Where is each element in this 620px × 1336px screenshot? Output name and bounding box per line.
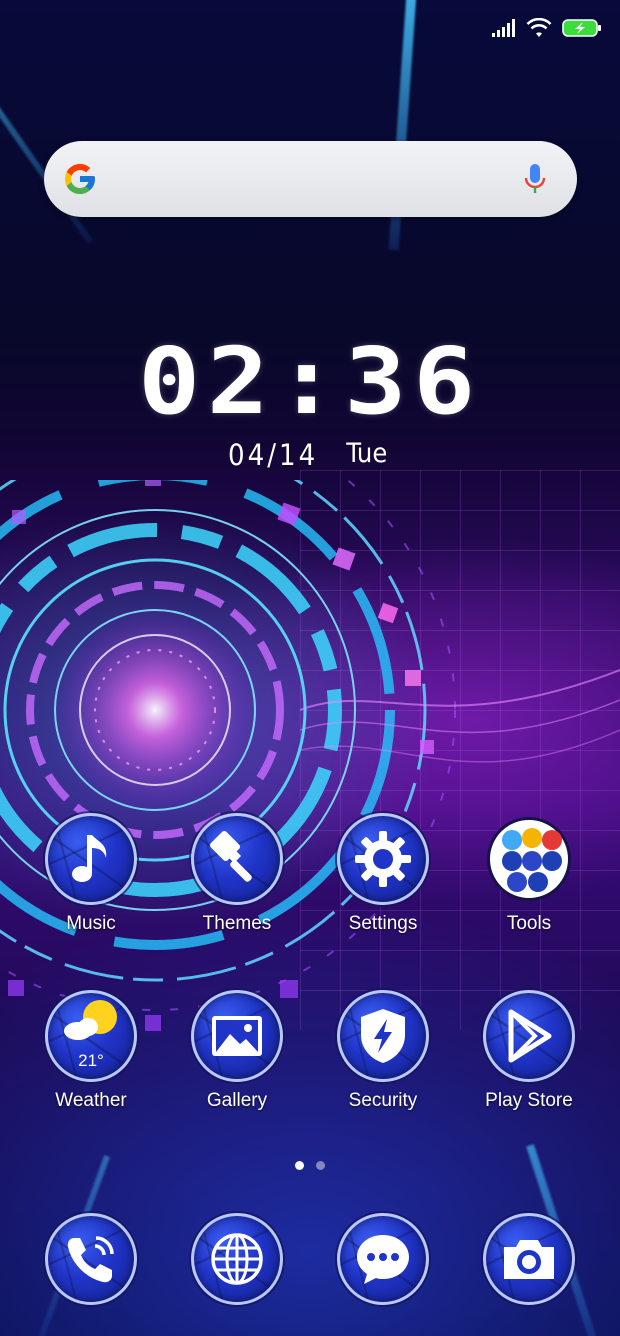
app-settings-icon-frame (337, 813, 429, 905)
google-search-bar[interactable] (44, 141, 577, 217)
mini-app-icon (542, 851, 562, 871)
dock-messages[interactable] (313, 1213, 453, 1305)
mini-app-icon (502, 830, 522, 850)
clock-time[interactable]: 02:36 (0, 328, 620, 435)
app-label: Music (66, 913, 116, 934)
chat-bubble-icon (357, 1235, 409, 1284)
dock-camera-icon-frame (483, 1213, 575, 1305)
status-bar (492, 14, 602, 42)
google-g-icon (65, 164, 95, 194)
app-label: Gallery (206, 1090, 268, 1111)
app-label: Weather (55, 1090, 127, 1111)
app-gallery[interactable]: Gallery (167, 990, 307, 1112)
music-note-icon (72, 835, 107, 882)
app-security-icon-frame (337, 990, 429, 1082)
dock-browser[interactable] (167, 1213, 307, 1305)
paintbrush-icon (209, 831, 252, 882)
wifi-icon (526, 18, 552, 37)
app-security[interactable]: Security (313, 990, 453, 1112)
mini-app-icon (528, 872, 548, 892)
mini-app-icon (507, 872, 527, 892)
shield-bolt-icon (361, 1009, 405, 1063)
search-input[interactable] (114, 159, 518, 201)
weather-temperature: 21° (78, 1051, 104, 1070)
page-dot-active[interactable] (295, 1161, 304, 1170)
mini-app-icon (522, 851, 542, 871)
sun-cloud-icon (64, 1000, 117, 1041)
dock-phone[interactable] (21, 1213, 161, 1305)
app-weather-icon-frame: 21° (45, 990, 137, 1082)
mini-app-icon (542, 830, 562, 850)
background-hud-rings (0, 480, 620, 1031)
app-gallery-icon-frame (191, 990, 283, 1082)
app-label: Play Store (485, 1090, 573, 1111)
dock-messages-icon-frame (337, 1213, 429, 1305)
gear-icon (355, 831, 411, 887)
image-icon (212, 1016, 262, 1056)
app-label: Security (348, 1090, 418, 1111)
clock-date-row[interactable]: 04/14 Tue (228, 438, 387, 472)
folder-tools[interactable]: Tools (459, 817, 599, 935)
microphone-icon[interactable] (523, 163, 547, 197)
phone-icon (67, 1236, 114, 1283)
page-dot[interactable] (316, 1161, 325, 1170)
app-label: Settings (348, 913, 418, 934)
dock-phone-icon-frame (45, 1213, 137, 1305)
app-label: Tools (506, 913, 552, 934)
clock-date: 04/14 (228, 438, 319, 472)
home-screen: 02:36 04/14 Tue Music Themes Settings To… (0, 0, 620, 1336)
app-music[interactable]: Music (21, 813, 161, 935)
mini-app-icon (502, 851, 522, 871)
battery-charging-icon (562, 19, 601, 37)
app-music-icon-frame (45, 813, 137, 905)
page-indicator (0, 1161, 620, 1170)
app-themes-icon-frame (191, 813, 283, 905)
app-themes[interactable]: Themes (167, 813, 307, 935)
app-label: Themes (202, 913, 272, 934)
app-settings[interactable]: Settings (313, 813, 453, 935)
dock-camera[interactable] (459, 1213, 599, 1305)
dock-browser-icon-frame (191, 1213, 283, 1305)
play-store-icon (508, 1009, 552, 1063)
camera-icon (504, 1240, 554, 1279)
clock-weekday: Tue (346, 438, 388, 469)
folder-icon (487, 817, 571, 901)
signal-bars-icon (492, 19, 515, 37)
app-play-store-icon-frame (483, 990, 575, 1082)
app-weather[interactable]: 21° Weather (21, 990, 161, 1112)
globe-icon (211, 1233, 263, 1285)
app-play-store[interactable]: Play Store (459, 990, 599, 1112)
mini-app-icon (522, 828, 542, 848)
